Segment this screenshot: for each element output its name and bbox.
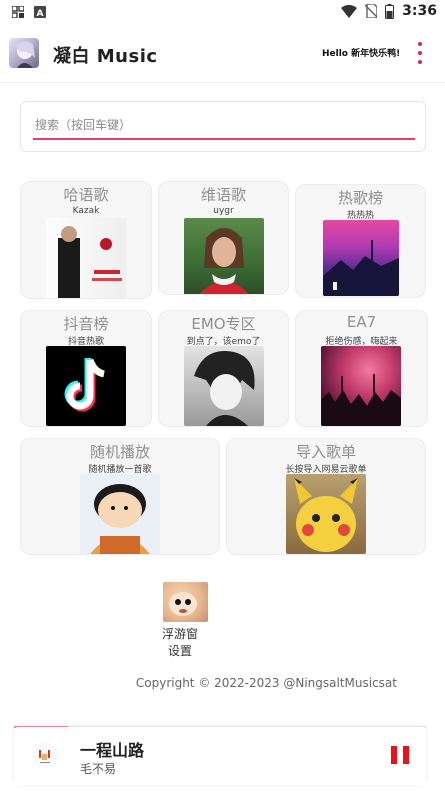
card-title: EMO专区 <box>191 315 256 333</box>
card-cover-image <box>46 218 126 298</box>
category-card-ea7[interactable]: EA7 拒绝伤感，嗨起来 <box>295 310 428 427</box>
card-title: 维语歌 <box>200 186 246 204</box>
battery-icon <box>385 3 395 19</box>
status-bar: A 3:36 <box>0 0 445 26</box>
card-cover-image <box>286 474 366 554</box>
pause-icon-bar-right <box>403 746 409 764</box>
card-subtitle: Kazak <box>72 206 100 216</box>
category-card-emo[interactable]: EMO专区 到点了，该emo了 <box>158 310 289 427</box>
card-cover-image <box>80 474 160 554</box>
card-cover-image <box>184 346 264 426</box>
category-card-kazak[interactable]: 哈语歌 Kazak <box>20 181 152 299</box>
category-card-uygr[interactable]: 维语歌 uygr <box>158 181 289 295</box>
pause-button[interactable] <box>389 744 411 766</box>
app-a-icon: A <box>34 6 46 18</box>
card-cover-image <box>323 220 399 296</box>
floating-window-thumbnail[interactable] <box>163 582 208 622</box>
copyright-text: Copyright © 2022-2023 @NingsaltMusicsat <box>135 676 397 690</box>
search-input[interactable] <box>33 112 415 140</box>
category-card-hot-songs[interactable]: 热歌榜 热热热 <box>295 184 426 298</box>
app-title: 凝白 Music <box>53 46 158 67</box>
status-time: 3:36 <box>402 3 437 19</box>
import-playlist-card[interactable]: 导入歌单 长按导入网易云歌单 <box>226 438 426 555</box>
wifi-icon <box>341 4 358 18</box>
card-title: 抖音榜 <box>63 315 109 333</box>
random-play-card[interactable]: 随机播放 随机播放一首歌 <box>20 438 220 555</box>
floating-window-settings-label[interactable]: 浮游窗 设置 <box>150 626 210 660</box>
app-avatar[interactable] <box>9 38 39 68</box>
card-cover-image <box>184 218 264 294</box>
notification-grid-icon <box>12 6 24 18</box>
no-sim-icon <box>365 4 378 18</box>
floating-window-label-line1: 浮游窗 <box>161 627 198 641</box>
card-title: 哈语歌 <box>63 186 109 204</box>
svg-text:A: A <box>37 9 44 18</box>
more-vertical-icon[interactable] <box>414 40 426 66</box>
mini-player[interactable] <box>14 727 426 785</box>
song-title: 一程山路 <box>80 741 145 760</box>
anime-avatar-icon <box>15 41 35 68</box>
tiktok-logo-icon <box>46 346 126 426</box>
card-title: EA7 <box>346 313 377 331</box>
card-title: 导入歌单 <box>295 443 356 461</box>
card-title: 随机播放 <box>89 443 150 461</box>
card-title: 热歌榜 <box>337 189 383 207</box>
floating-window-label-line2: 设置 <box>167 644 192 658</box>
category-card-douyin[interactable]: 抖音榜 抖音热歌 <box>20 310 152 427</box>
card-cover-image <box>321 346 401 426</box>
player-album-art[interactable] <box>32 742 58 768</box>
card-subtitle: uygr <box>213 206 234 216</box>
greeting-text: Hello 新年快乐鸭! <box>322 49 401 59</box>
pause-icon-bar-left <box>391 746 397 764</box>
song-artist: 毛不易 <box>80 762 117 776</box>
search-card <box>20 101 426 152</box>
